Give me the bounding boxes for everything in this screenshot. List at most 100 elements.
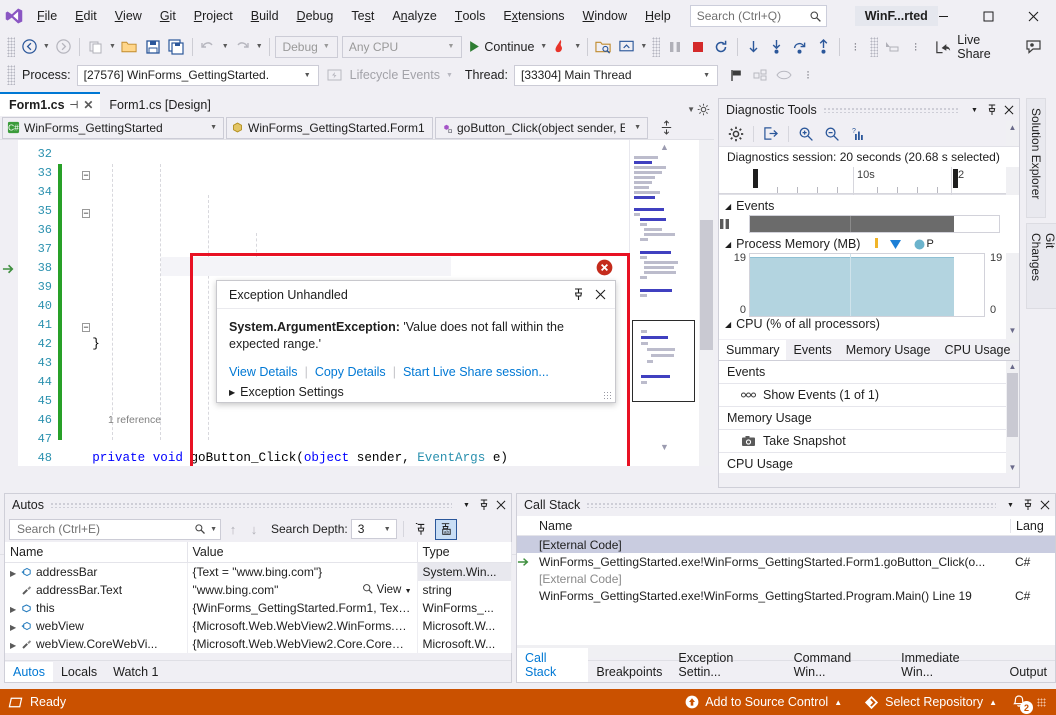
panel-tab-breakpoints[interactable]: Breakpoints xyxy=(588,662,670,682)
solution-platform-combo[interactable]: Any CPU ▼ xyxy=(342,36,463,58)
hot-reload-dropdown[interactable]: ▼ xyxy=(572,43,583,50)
close-icon[interactable] xyxy=(1000,101,1017,119)
navbar-member-combo[interactable]: goButton_Click(object sender, Eve ▼ xyxy=(435,117,648,139)
panel-menu-icon[interactable]: ▼ xyxy=(458,496,475,514)
menu-debug[interactable]: Debug xyxy=(288,4,343,28)
lifecycle-dropdown-icon[interactable]: ▼ xyxy=(446,72,453,79)
search-depth-combo[interactable]: 3 ▼ xyxy=(351,519,397,539)
menu-test[interactable]: Test xyxy=(342,4,383,28)
open-file-button[interactable] xyxy=(118,35,141,58)
hot-reload-icon[interactable] xyxy=(549,35,572,58)
menu-file[interactable]: File xyxy=(28,4,66,28)
menu-build[interactable]: Build xyxy=(242,4,288,28)
table-row[interactable]: ▶this {WinForms_GettingStarted.Form1, Te… xyxy=(5,599,511,617)
save-button[interactable] xyxy=(141,35,164,58)
show-threads-icon[interactable] xyxy=(772,64,796,87)
diagnostic-timeline[interactable]: 10s 2 xyxy=(719,167,1019,195)
zoom-in-icon[interactable] xyxy=(794,123,818,145)
close-icon[interactable]: ✕ xyxy=(83,98,93,112)
undo-dropdown[interactable]: ▼ xyxy=(220,43,231,50)
autos-grid[interactable]: Name Value Type ▶addressBar {Text = "www… xyxy=(5,542,512,653)
view-details-link[interactable]: View Details xyxy=(229,365,298,379)
autos-search-input[interactable]: Search (Ctrl+E) ▼ xyxy=(9,519,221,540)
debug-overflow-icon[interactable]: ⁝ xyxy=(796,64,820,87)
resize-grip[interactable] xyxy=(603,391,612,400)
table-row[interactable]: ▶webView {Microsoft.Web.WebView2.WinForm… xyxy=(5,617,511,635)
panel-tab-immediate-window[interactable]: Immediate Win... xyxy=(893,648,1001,682)
toolbar-grip-2[interactable] xyxy=(652,37,660,57)
pin-icon[interactable] xyxy=(475,496,492,514)
panel-tab-autos[interactable]: Autos xyxy=(5,662,53,682)
row-expander[interactable]: ▶ xyxy=(10,605,20,614)
menu-tools[interactable]: Tools xyxy=(446,4,495,28)
navbar-type-combo[interactable]: WinForms_GettingStarted.Form1 ▼ xyxy=(226,117,433,139)
tab-form1-cs[interactable]: Form1.cs ⊣ ✕ xyxy=(0,92,100,116)
menu-git[interactable]: Git xyxy=(151,4,185,28)
break-all-button[interactable] xyxy=(663,35,686,58)
split-editor-button[interactable] xyxy=(648,120,684,135)
search-options-dropdown[interactable]: ▼ xyxy=(206,526,217,533)
panel-tab-locals[interactable]: Locals xyxy=(53,662,105,682)
step-over-button[interactable] xyxy=(788,35,811,58)
panel-menu-icon[interactable]: ▼ xyxy=(1002,496,1019,514)
summary-row-show-events[interactable]: Show Events (1 of 1) xyxy=(719,384,1019,407)
menu-view[interactable]: View xyxy=(106,4,151,28)
continue-button[interactable]: Continue xyxy=(464,35,538,58)
resize-grip[interactable] xyxy=(1037,698,1046,707)
close-button[interactable] xyxy=(1011,0,1056,32)
document-settings-icon[interactable] xyxy=(697,103,710,116)
editor-vertical-scrollbar[interactable] xyxy=(699,140,714,466)
select-repository-button[interactable]: Select Repository ▲ xyxy=(856,692,1005,713)
diag-tab-memory-usage[interactable]: Memory Usage xyxy=(839,340,938,360)
table-row[interactable]: ▶webView.CoreWebVi... {Microsoft.Web.Web… xyxy=(5,635,511,653)
diag-tab-summary[interactable]: Summary xyxy=(719,340,786,360)
search-next-button[interactable]: ↓ xyxy=(245,519,263,540)
menu-analyze[interactable]: Analyze xyxy=(383,4,445,28)
panel-tab-call-stack[interactable]: Call Stack xyxy=(517,648,588,682)
menu-project[interactable]: Project xyxy=(185,4,242,28)
save-all-button[interactable] xyxy=(164,35,187,58)
diagnostic-scroll-up[interactable]: ▲ xyxy=(1006,121,1019,146)
overflow-icon[interactable]: ⁝ xyxy=(904,35,927,58)
exception-error-icon[interactable] xyxy=(596,259,613,276)
parallel-stacks-icon[interactable] xyxy=(748,64,772,87)
panel-menu-icon[interactable]: ▼ xyxy=(966,101,983,119)
toolbar-grip[interactable] xyxy=(7,37,15,57)
navigate-backward-button[interactable] xyxy=(18,35,41,58)
cpu-section-header[interactable]: ◢ CPU (% of all processors) xyxy=(719,317,1019,331)
call-stack-row-1[interactable]: WinForms_GettingStarted.exe!WinForms_Get… xyxy=(517,553,1055,570)
navigate-backward-dropdown[interactable]: ▼ xyxy=(41,43,52,50)
table-row[interactable]: ▶addressBar {Text = "www.bing.com"} Syst… xyxy=(5,563,511,582)
pin-icon[interactable]: ⊣ xyxy=(70,100,79,111)
show-window-layout-icon[interactable] xyxy=(615,35,638,58)
process-combo[interactable]: [27576] WinForms_GettingStarted. ▼ xyxy=(77,65,319,86)
active-files-dropdown-icon[interactable]: ▼ xyxy=(687,105,695,114)
navbar-project-combo[interactable]: C# WinForms_GettingStarted ▼ xyxy=(2,117,224,139)
string-visualizer-button[interactable]: View ▼ xyxy=(362,583,411,596)
redo-button[interactable] xyxy=(231,35,254,58)
solution-configuration-combo[interactable]: Debug ▼ xyxy=(275,36,337,58)
code-editor[interactable]: 32 33 34 35 36 37 38 39 40 41 42 43 44 4… xyxy=(0,140,714,466)
live-share-button[interactable]: Live Share xyxy=(927,35,1022,58)
process-memory-section-header[interactable]: ◢ Process Memory (MB) P xyxy=(719,233,1019,253)
show-raw-structure-button[interactable]: ab xyxy=(435,519,457,540)
close-icon[interactable] xyxy=(1036,496,1053,514)
collapse-outline-36[interactable]: − xyxy=(82,209,90,218)
process-memory-graph[interactable] xyxy=(749,253,985,317)
select-graphs-icon[interactable]: ? xyxy=(846,123,870,145)
events-track[interactable] xyxy=(749,215,1000,233)
settings-gear-icon[interactable] xyxy=(724,123,748,145)
dock-tab-solution-explorer[interactable]: Solution Explorer xyxy=(1026,98,1046,218)
step-into-button[interactable] xyxy=(765,35,788,58)
undo-button[interactable] xyxy=(197,35,220,58)
menu-window[interactable]: Window xyxy=(574,4,636,28)
redo-dropdown[interactable]: ▼ xyxy=(254,43,265,50)
attach-to-process-icon[interactable] xyxy=(592,35,615,58)
step-out-button[interactable] xyxy=(812,35,835,58)
diag-tab-events[interactable]: Events xyxy=(786,340,838,360)
table-row[interactable]: addressBar.Text "www.bing.com" View ▼ st… xyxy=(5,581,511,599)
call-stack-row-2[interactable]: [External Code] xyxy=(517,570,1055,587)
diagnostic-options-icon[interactable]: ⁝ xyxy=(844,35,867,58)
panel-tab-watch1[interactable]: Watch 1 xyxy=(105,662,166,682)
stop-debugging-button[interactable] xyxy=(686,35,709,58)
